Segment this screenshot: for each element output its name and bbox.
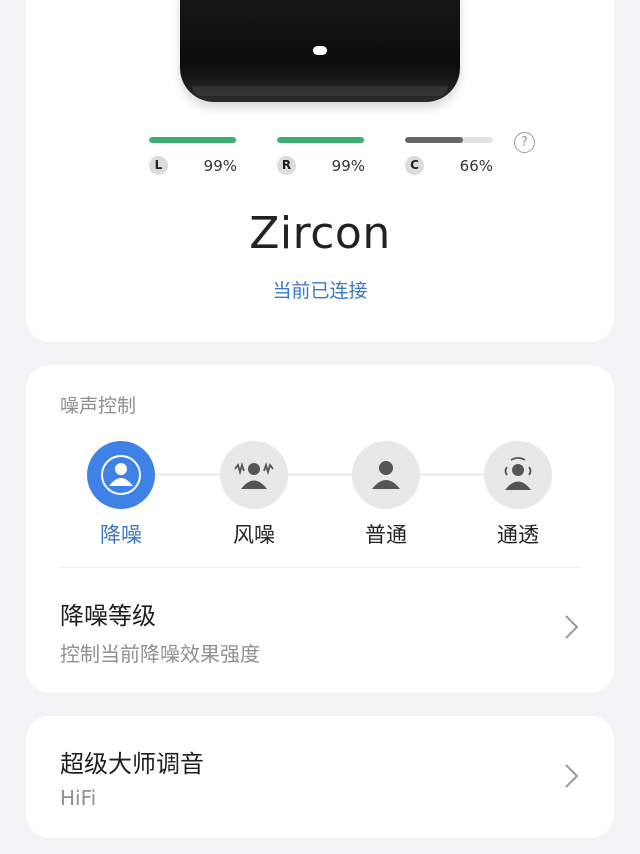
section-title-noise-control: 噪声控制 (60, 395, 137, 417)
battery-left: L 99% (149, 137, 237, 175)
noise-cancel-icon (101, 455, 141, 495)
battery-right: R 99% (277, 137, 365, 175)
wind-noise-icon (234, 461, 274, 489)
mode-label: 通透 (497, 523, 539, 547)
hifi-title: 超级大师调音 (60, 750, 204, 778)
battery-right-percent: 99% (331, 156, 365, 175)
battery-right-bar (277, 137, 365, 143)
battery-case: C 66% (405, 137, 493, 175)
noise-level-row[interactable]: 降噪等级 控制当前降噪效果强度 (26, 568, 614, 693)
battery-left-percent: 99% (203, 156, 237, 175)
case-indicator-light (313, 46, 327, 55)
help-icon[interactable]: ? (514, 132, 535, 153)
mode-label: 风噪 (233, 523, 275, 547)
hifi-tuning-card[interactable]: 超级大师调音 HiFi (26, 716, 614, 838)
battery-right-badge: R (277, 156, 296, 175)
device-name: Zircon (249, 208, 391, 259)
chevron-right-icon (565, 764, 579, 788)
earbuds-case-image (180, 0, 460, 102)
chevron-right-icon (565, 615, 579, 639)
mode-label: 普通 (365, 523, 407, 547)
mode-wind-noise[interactable]: 风噪 (209, 441, 299, 549)
mode-noise-cancel[interactable]: 降噪 (76, 441, 166, 549)
device-card: L 99% R 99% C 66% ? Zircon 当前已连接 (26, 0, 614, 342)
mode-track (120, 473, 520, 476)
normal-icon (372, 461, 400, 489)
connection-status: 当前已连接 (272, 280, 368, 302)
battery-case-percent: 66% (459, 156, 493, 175)
noise-level-subtitle: 控制当前降噪效果强度 (60, 642, 260, 666)
battery-case-badge: C (405, 156, 424, 175)
transparency-icon (504, 457, 532, 490)
noise-control-card: 噪声控制 降噪 风噪 普通 通透 降噪等级 控制当前降噪效果强度 (26, 365, 614, 693)
mode-label: 降噪 (100, 523, 142, 547)
noise-level-title: 降噪等级 (60, 602, 156, 630)
mode-transparency[interactable]: 通透 (473, 441, 563, 549)
battery-case-bar (405, 137, 493, 143)
battery-left-badge: L (149, 156, 168, 175)
hifi-subtitle: HiFi (60, 786, 97, 810)
mode-normal[interactable]: 普通 (341, 441, 431, 549)
battery-left-bar (149, 137, 237, 143)
